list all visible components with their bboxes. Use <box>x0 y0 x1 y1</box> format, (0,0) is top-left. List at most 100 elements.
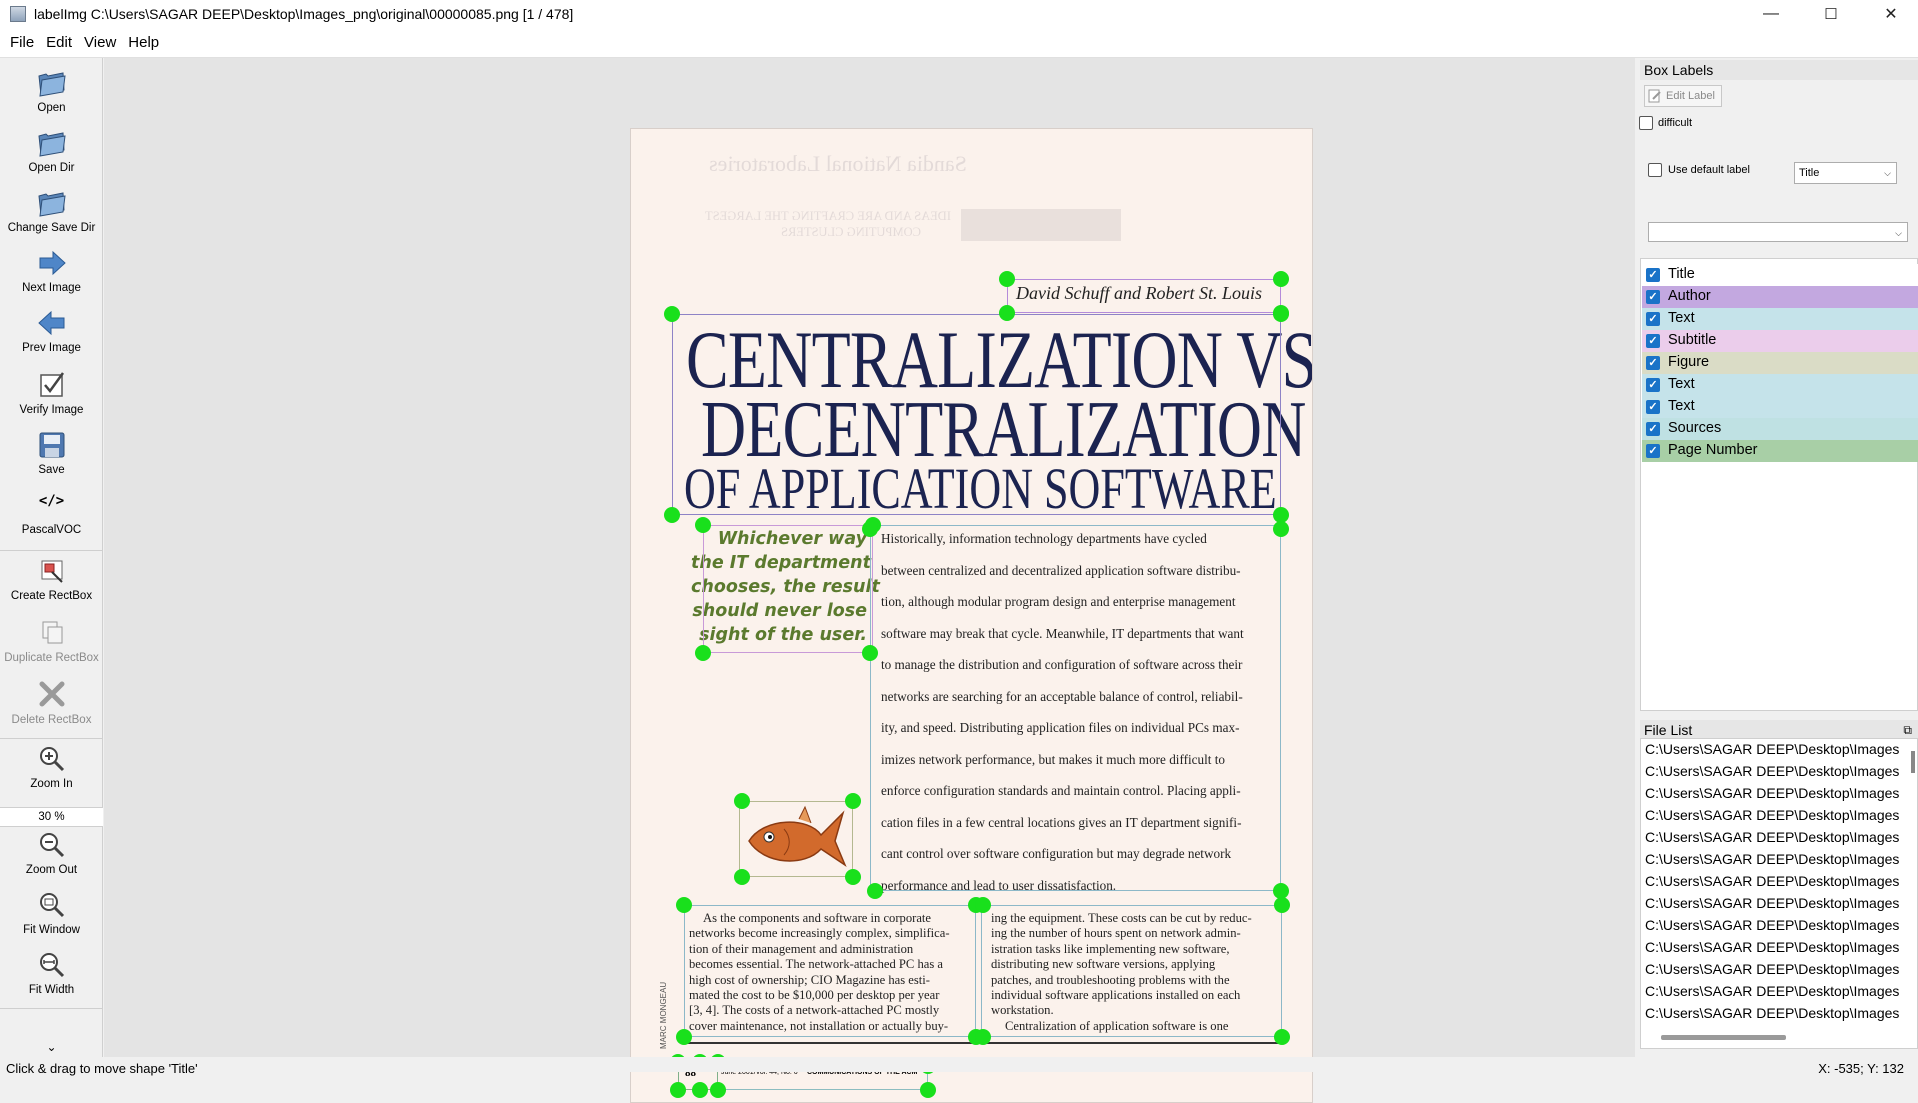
create-rectbox-button[interactable]: Create RectBox <box>0 556 103 602</box>
checkbox-checked-icon[interactable]: ✓ <box>1646 268 1660 282</box>
fit-window-button[interactable]: Fit Window <box>0 890 103 936</box>
open-dir-button[interactable]: Open Dir <box>0 128 103 174</box>
toolbar-separator <box>0 738 103 739</box>
file-list-hscroll-thumb[interactable] <box>1661 1035 1786 1040</box>
bbox-handle[interactable] <box>695 517 711 533</box>
bbox-handle[interactable] <box>664 507 680 523</box>
label-list-item[interactable]: ✓ Text <box>1642 308 1918 330</box>
bbox-handle[interactable] <box>920 1082 936 1098</box>
bbox-handle[interactable] <box>1274 897 1290 913</box>
bbox-handle[interactable] <box>1273 521 1289 537</box>
fit-width-button[interactable]: Fit Width <box>0 950 103 996</box>
bbox-figure[interactable] <box>739 801 853 877</box>
bbox-handle[interactable] <box>1273 305 1289 321</box>
checkbox-checked-icon[interactable]: ✓ <box>1646 356 1660 370</box>
bbox-handle[interactable] <box>664 306 680 322</box>
bbox-handle[interactable] <box>734 793 750 809</box>
file-list-item[interactable]: C:\Users\SAGAR DEEP\Desktop\Images <box>1645 917 1899 933</box>
bbox-handle[interactable] <box>862 521 878 537</box>
chevron-down-icon: ⌵ <box>1884 168 1891 178</box>
zoom-in-button[interactable]: Zoom In <box>0 744 103 790</box>
maximize-button[interactable]: ☐ <box>1808 0 1854 28</box>
float-dock-icon[interactable]: ⧉ <box>1903 720 1912 740</box>
checkbox-checked-icon[interactable]: ✓ <box>1646 334 1660 348</box>
canvas-area[interactable]: Sandia National Laboratories IDEAS AND A… <box>104 58 1635 1103</box>
file-list-item[interactable]: C:\Users\SAGAR DEEP\Desktop\Images <box>1645 807 1899 823</box>
bbox-handle[interactable] <box>1274 1029 1290 1045</box>
bbox-handle[interactable] <box>999 305 1015 321</box>
duplicate-rectbox-button[interactable]: Duplicate RectBox <box>0 618 103 664</box>
format-toggle-button[interactable]: </> PascalVOC <box>0 490 103 536</box>
bbox-handle[interactable] <box>999 271 1015 287</box>
file-list-item[interactable]: C:\Users\SAGAR DEEP\Desktop\Images <box>1645 1005 1899 1021</box>
bbox-handle[interactable] <box>670 1082 686 1098</box>
checkbox-checked-icon[interactable]: ✓ <box>1646 400 1660 414</box>
bbox-text[interactable] <box>870 525 1281 891</box>
bbox-title[interactable] <box>672 314 1281 515</box>
bbox-handle[interactable] <box>867 883 883 899</box>
bbox-subtitle[interactable] <box>703 525 873 653</box>
file-list-vscroll-thumb[interactable] <box>1911 751 1915 773</box>
file-list-item[interactable]: C:\Users\SAGAR DEEP\Desktop\Images <box>1645 785 1899 801</box>
file-list-item[interactable]: C:\Users\SAGAR DEEP\Desktop\Images <box>1645 983 1899 999</box>
bbox-text[interactable] <box>981 905 1282 1037</box>
checkbox-checked-icon[interactable]: ✓ <box>1646 444 1660 458</box>
checkbox-checked-icon[interactable]: ✓ <box>1646 312 1660 326</box>
menu-edit[interactable]: Edit <box>40 34 78 51</box>
zoom-out-button[interactable]: Zoom Out <box>0 830 103 876</box>
edit-label-button[interactable]: Edit Label <box>1644 85 1722 107</box>
bbox-handle[interactable] <box>845 869 861 885</box>
bbox-handle[interactable] <box>710 1082 726 1098</box>
file-list-item[interactable]: C:\Users\SAGAR DEEP\Desktop\Images <box>1645 829 1899 845</box>
file-list-item[interactable]: C:\Users\SAGAR DEEP\Desktop\Images <box>1645 895 1899 911</box>
bbox-handle[interactable] <box>695 645 711 661</box>
document-image[interactable]: Sandia National Laboratories IDEAS AND A… <box>630 128 1313 1103</box>
bbox-handle[interactable] <box>1273 271 1289 287</box>
minimize-button[interactable]: — <box>1748 0 1794 28</box>
file-list-item[interactable]: C:\Users\SAGAR DEEP\Desktop\Images <box>1645 873 1899 889</box>
file-list-item[interactable]: C:\Users\SAGAR DEEP\Desktop\Images <box>1645 851 1899 867</box>
save-button[interactable]: Save <box>0 430 103 476</box>
bbox-text[interactable] <box>684 905 976 1037</box>
bbox-handle[interactable] <box>975 1029 991 1045</box>
bbox-handle[interactable] <box>692 1082 708 1098</box>
prev-image-button[interactable]: Prev Image <box>0 308 103 354</box>
bbox-handle[interactable] <box>845 793 861 809</box>
file-list-item[interactable]: C:\Users\SAGAR DEEP\Desktop\Images <box>1645 741 1899 757</box>
close-button[interactable]: ✕ <box>1868 0 1914 28</box>
label-list-item[interactable]: ✓ Page Number <box>1642 440 1918 462</box>
menu-help[interactable]: Help <box>122 34 165 51</box>
bbox-handle[interactable] <box>676 897 692 913</box>
difficult-checkbox[interactable] <box>1639 116 1653 130</box>
change-save-dir-button[interactable]: Change Save Dir <box>0 188 103 234</box>
bbox-handle[interactable] <box>862 645 878 661</box>
menu-view[interactable]: View <box>78 34 122 51</box>
file-list-item[interactable]: C:\Users\SAGAR DEEP\Desktop\Images <box>1645 961 1899 977</box>
label-list-item[interactable]: ✓ Text <box>1642 374 1918 396</box>
bbox-handle[interactable] <box>975 897 991 913</box>
default-label-combo[interactable]: Title ⌵ <box>1794 162 1897 184</box>
bbox-handle[interactable] <box>676 1029 692 1045</box>
checkbox-checked-icon[interactable]: ✓ <box>1646 290 1660 304</box>
bbox-handle[interactable] <box>734 869 750 885</box>
label-list-item[interactable]: ✓ Figure <box>1642 352 1918 374</box>
label-list-item[interactable]: ✓ Text <box>1642 396 1918 418</box>
label-list-item[interactable]: ✓ Title <box>1642 264 1918 286</box>
file-list-item[interactable]: C:\Users\SAGAR DEEP\Desktop\Images <box>1645 939 1899 955</box>
label-list-item[interactable]: ✓ Sources <box>1642 418 1918 440</box>
checkbox-checked-icon[interactable]: ✓ <box>1646 378 1660 392</box>
open-button[interactable]: Open <box>0 68 103 114</box>
file-list-item[interactable]: C:\Users\SAGAR DEEP\Desktop\Images <box>1645 763 1899 779</box>
label-list-item[interactable]: ✓ Subtitle <box>1642 330 1918 352</box>
verify-image-button[interactable]: Verify Image <box>0 370 103 416</box>
label-filter-combo[interactable]: ⌵ <box>1648 222 1908 242</box>
menu-file[interactable]: File <box>4 34 40 51</box>
checkbox-checked-icon[interactable]: ✓ <box>1646 422 1660 436</box>
label-list-item[interactable]: ✓ Author <box>1642 286 1918 308</box>
next-image-button[interactable]: Next Image <box>0 248 103 294</box>
use-default-label-checkbox[interactable] <box>1648 163 1662 177</box>
toolbar-extension-icon[interactable]: ⌄ <box>0 1040 103 1054</box>
bbox-author[interactable] <box>1007 279 1281 313</box>
zoom-level-spinbox[interactable]: 30 % <box>0 807 103 827</box>
delete-rectbox-button[interactable]: Delete RectBox <box>0 680 103 726</box>
